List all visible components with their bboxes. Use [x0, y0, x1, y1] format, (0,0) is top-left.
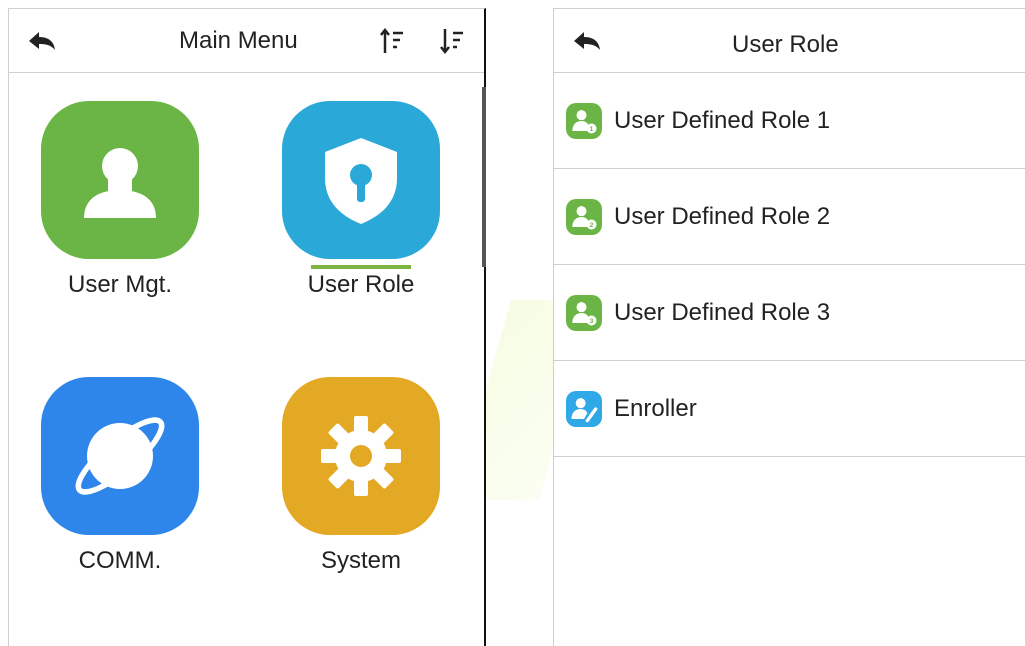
tile-comm[interactable]: COMM. — [30, 377, 210, 575]
tile-system[interactable]: System — [271, 377, 451, 575]
sort-ascending-icon[interactable] — [379, 27, 405, 55]
page-title: Main Menu — [179, 27, 298, 54]
list-item-label: User Defined Role 3 — [614, 299, 831, 326]
user-role-header: User Role — [554, 9, 1025, 73]
list-item-user-defined-role-3[interactable]: 3 User Defined Role 3 — [554, 265, 1025, 361]
tile-user-role[interactable]: User Role — [271, 101, 451, 299]
svg-text:3: 3 — [590, 318, 594, 325]
tile-user-mgt[interactable]: User Mgt. — [30, 101, 210, 299]
tile-label: COMM. — [78, 547, 162, 574]
user-role-1-icon: 1 — [566, 103, 602, 139]
page-title: User Role — [732, 31, 839, 58]
planet-icon — [41, 377, 199, 535]
list-item-label: User Defined Role 1 — [614, 107, 831, 134]
tile-label: User Role — [307, 271, 415, 298]
shield-lock-icon — [282, 101, 440, 259]
list-item-enroller[interactable]: Enroller — [554, 361, 1025, 457]
main-menu-screen: Main Menu User Mgt. User Role COMM. Syst… — [8, 8, 486, 646]
back-arrow-icon[interactable] — [572, 29, 602, 53]
main-menu-header: Main Menu — [9, 9, 484, 73]
tile-label: System — [320, 547, 401, 574]
gear-icon — [282, 377, 440, 535]
user-role-screen: User Role 1 User Defined Role 1 2 User D… — [553, 8, 1025, 646]
sort-descending-icon[interactable] — [439, 27, 465, 55]
list-item-user-defined-role-1[interactable]: 1 User Defined Role 1 — [554, 73, 1025, 169]
scrollbar[interactable] — [482, 87, 486, 267]
list-item-user-defined-role-2[interactable]: 2 User Defined Role 2 — [554, 169, 1025, 265]
tile-label: User Mgt. — [67, 271, 172, 298]
user-role-2-icon: 2 — [566, 199, 602, 235]
list-item-label: User Defined Role 2 — [614, 203, 831, 230]
svg-text:1: 1 — [590, 126, 594, 133]
svg-text:2: 2 — [590, 222, 594, 229]
selected-indicator — [311, 265, 411, 269]
enroller-icon — [566, 391, 602, 427]
user-role-3-icon: 3 — [566, 295, 602, 331]
user-icon — [41, 101, 199, 259]
back-arrow-icon[interactable] — [27, 29, 57, 53]
list-item-label: Enroller — [614, 395, 697, 422]
